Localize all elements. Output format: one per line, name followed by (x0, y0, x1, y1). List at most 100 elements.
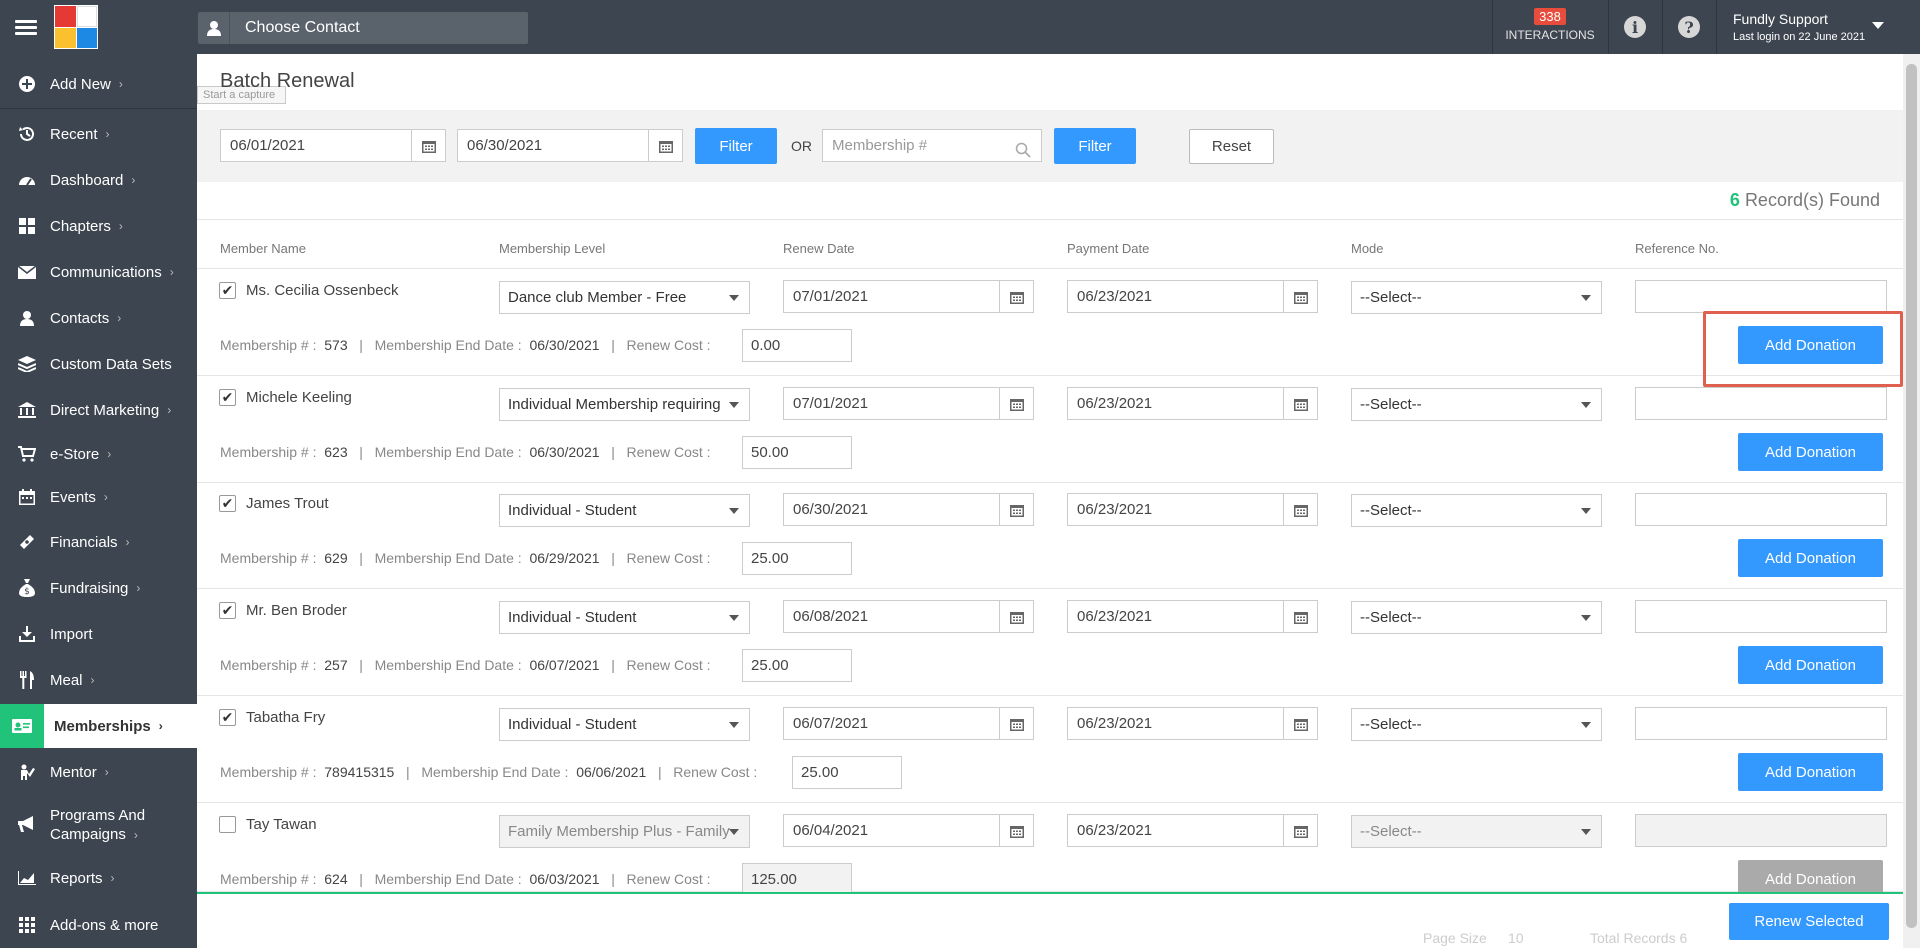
choose-contact-box[interactable]: Choose Contact (198, 12, 528, 44)
reference-input[interactable] (1635, 387, 1887, 420)
payment-date-field[interactable]: 06/23/2021 (1067, 280, 1318, 313)
calendar-icon[interactable] (1283, 388, 1317, 419)
add-donation-button[interactable]: Add Donation (1738, 433, 1883, 471)
renew-date-field[interactable]: 07/01/2021 (783, 387, 1034, 420)
payment-date-field[interactable]: 06/23/2021 (1067, 600, 1318, 633)
sidebar-item-events[interactable]: Events › (0, 477, 197, 517)
renew-date-field[interactable]: 06/04/2021 (783, 814, 1034, 847)
sidebar-item-add-ons[interactable]: Add-ons & more (0, 905, 197, 945)
renew-cost-input[interactable]: 50.00 (742, 436, 852, 469)
calendar-icon[interactable] (1283, 494, 1317, 525)
reference-input[interactable] (1635, 280, 1887, 313)
sidebar-item-meal[interactable]: Meal › (0, 660, 197, 700)
add-donation-button[interactable]: Add Donation (1738, 539, 1883, 577)
row-checkbox[interactable] (219, 816, 236, 833)
reference-input[interactable] (1635, 493, 1887, 526)
sidebar-item-e-store[interactable]: e-Store › (0, 434, 197, 474)
calendar-icon[interactable] (1283, 708, 1317, 739)
mode-select[interactable]: --Select-- (1351, 281, 1602, 314)
sidebar-item-memberships[interactable]: Memberships › (0, 704, 197, 748)
add-donation-button[interactable]: Add Donation (1738, 753, 1883, 791)
chevron-right-icon: › (90, 673, 95, 687)
scrollbar[interactable] (1903, 54, 1920, 948)
row-checkbox[interactable]: ✔ (219, 495, 236, 512)
mode-select[interactable]: --Select-- (1351, 388, 1602, 421)
sidebar-item-add-new[interactable]: Add New › (0, 64, 197, 104)
payment-date-field[interactable]: 06/23/2021 (1067, 493, 1318, 526)
user-menu[interactable]: Fundly Support Last login on 22 June 202… (1733, 11, 1865, 43)
reset-button[interactable]: Reset (1189, 129, 1274, 164)
membership-level-select[interactable]: Individual Membership requiring (499, 388, 750, 421)
renew-cost-input[interactable]: 25.00 (742, 542, 852, 575)
sidebar-item-mentor[interactable]: Mentor › (0, 752, 197, 792)
calendar-icon[interactable] (1283, 601, 1317, 632)
calendar-icon[interactable] (648, 130, 682, 161)
row-checkbox[interactable]: ✔ (219, 282, 236, 299)
sidebar-item-reports[interactable]: Reports › (0, 858, 197, 898)
interactions-counter[interactable]: 338 INTERACTIONS (1492, 8, 1608, 42)
hamburger-menu-icon[interactable] (15, 20, 37, 36)
interactions-badge: 338 (1534, 8, 1566, 25)
sidebar-item-communications[interactable]: Communications › (0, 252, 197, 292)
renew-date-field[interactable]: 07/01/2021 (783, 280, 1034, 313)
user-menu-caret-icon[interactable] (1872, 22, 1884, 29)
page-size-select[interactable]: 10 (1508, 930, 1524, 946)
membership-level-select[interactable]: Family Membership Plus - Family (499, 815, 750, 848)
sidebar-item-fundraising[interactable]: $ Fundraising › (0, 568, 197, 608)
sidebar-item-custom-data-sets[interactable]: Custom Data Sets (0, 344, 197, 384)
membership-level-select[interactable]: Individual - Student (499, 494, 750, 527)
sidebar-item-programs-and-campaigns[interactable]: Programs And Campaigns › (0, 800, 197, 850)
calendar-icon[interactable] (1283, 281, 1317, 312)
row-checkbox[interactable]: ✔ (219, 389, 236, 406)
id-card-icon (0, 704, 44, 748)
reference-input[interactable] (1635, 600, 1887, 633)
payment-date-field[interactable]: 06/23/2021 (1067, 387, 1318, 420)
renew-date-field[interactable]: 06/07/2021 (783, 707, 1034, 740)
calendar-icon[interactable] (1283, 815, 1317, 846)
mode-select[interactable]: --Select-- (1351, 494, 1602, 527)
help-icon[interactable]: ? (1678, 16, 1700, 38)
mode-select[interactable]: --Select-- (1351, 815, 1602, 848)
payment-date-field[interactable]: 06/23/2021 (1067, 707, 1318, 740)
plus-circle-icon (17, 74, 37, 94)
membership-level-select[interactable]: Dance club Member - Free (499, 281, 750, 314)
membership-level-select[interactable]: Individual - Student (499, 601, 750, 634)
renew-cost-input[interactable]: 25.00 (742, 649, 852, 682)
calendar-icon[interactable] (999, 708, 1033, 739)
renew-cost-input[interactable]: 25.00 (792, 756, 902, 789)
calendar-icon[interactable] (999, 388, 1033, 419)
renew-cost-input[interactable]: 0.00 (742, 329, 852, 362)
filter-membership-button[interactable]: Filter (1054, 128, 1136, 164)
row-checkbox[interactable]: ✔ (219, 709, 236, 726)
info-icon[interactable]: i (1624, 16, 1646, 38)
calendar-icon[interactable] (999, 281, 1033, 312)
to-date-field[interactable]: 06/30/2021 (457, 129, 683, 162)
calendar-icon[interactable] (411, 130, 445, 161)
renew-date-field[interactable]: 06/30/2021 (783, 493, 1034, 526)
sidebar-item-recent[interactable]: Recent › (0, 114, 197, 154)
sidebar-item-contacts[interactable]: Contacts › (0, 298, 197, 338)
add-donation-button[interactable]: Add Donation (1738, 646, 1883, 684)
app-logo[interactable] (54, 5, 98, 49)
membership-level-select[interactable]: Individual - Student (499, 708, 750, 741)
membership-search-input[interactable]: Membership # (822, 129, 1042, 162)
sidebar-item-dashboard[interactable]: Dashboard › (0, 160, 197, 200)
renew-selected-button[interactable]: Renew Selected (1729, 903, 1889, 940)
sidebar-item-financials[interactable]: Financials › (0, 522, 197, 562)
filter-date-button[interactable]: Filter (695, 128, 777, 164)
reference-input[interactable] (1635, 707, 1887, 740)
renew-date-field[interactable]: 06/08/2021 (783, 600, 1034, 633)
calendar-icon[interactable] (999, 815, 1033, 846)
calendar-icon[interactable] (999, 601, 1033, 632)
sidebar-item-import[interactable]: Import (0, 614, 197, 654)
row-checkbox[interactable]: ✔ (219, 602, 236, 619)
mode-select[interactable]: --Select-- (1351, 601, 1602, 634)
sidebar-item-chapters[interactable]: Chapters › (0, 206, 197, 246)
mode-select[interactable]: --Select-- (1351, 708, 1602, 741)
reference-input[interactable] (1635, 814, 1887, 847)
from-date-field[interactable]: 06/01/2021 (220, 129, 446, 162)
user-name: Fundly Support (1733, 11, 1828, 27)
sidebar-item-direct-marketing[interactable]: Direct Marketing › (0, 390, 197, 430)
calendar-icon[interactable] (999, 494, 1033, 525)
payment-date-field[interactable]: 06/23/2021 (1067, 814, 1318, 847)
